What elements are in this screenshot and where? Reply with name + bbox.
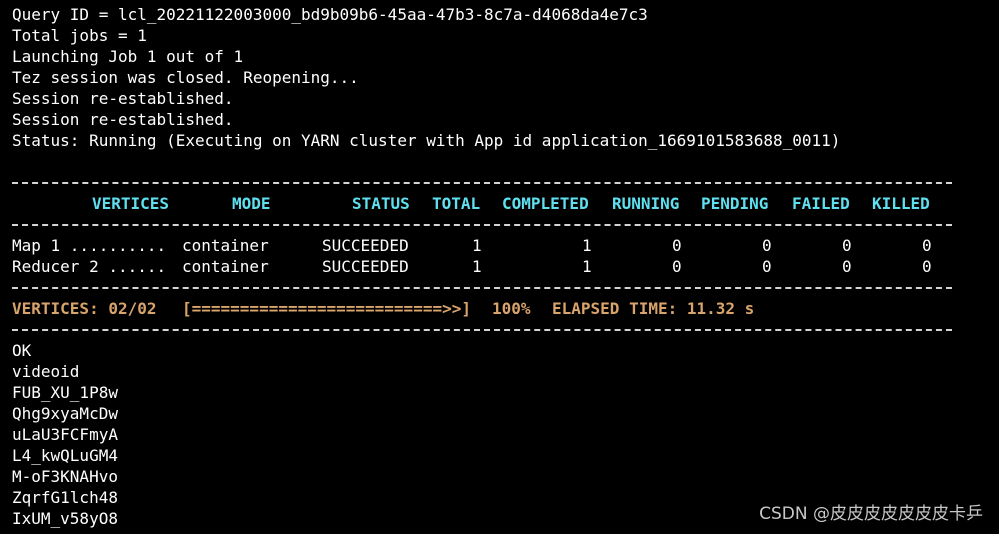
terminal-output[interactable]: Query ID = lcl_20221122003000_bd9b09b6-4…: [12, 4, 999, 534]
header-running: RUNNING: [612, 194, 680, 213]
table-row: Map 1 .......... container SUCCEEDED 1 1…: [12, 235, 999, 256]
dashed-rule: [12, 319, 999, 340]
header-total: TOTAL: [432, 194, 481, 213]
launching-job-line: Launching Job 1 out of 1: [12, 47, 244, 66]
csdn-watermark: CSDN @皮皮皮皮皮皮皮卡乒: [759, 504, 983, 524]
cell-mode: container: [182, 236, 269, 255]
dashed-rule: [12, 214, 999, 235]
cell-killed: 0: [922, 257, 932, 276]
header-vertices: VERTICES: [92, 194, 170, 213]
header-killed: KILLED: [872, 194, 930, 213]
progress-bar: [==========================>>]: [182, 299, 471, 318]
session-reestablished-line: Session re-established.: [12, 110, 234, 129]
cell-vertex: Map 1 ..........: [12, 236, 167, 255]
total-jobs-line: Total jobs = 1: [12, 26, 147, 45]
cell-vertex: Reducer 2 ......: [12, 257, 167, 276]
cell-total: 1: [472, 257, 482, 276]
result-column-header: videoid: [12, 362, 80, 381]
tez-session-line: Tez session was closed. Reopening...: [12, 68, 359, 87]
table-row: Reducer 2 ...... container SUCCEEDED 1 1…: [12, 256, 999, 277]
table-header-row: VERTICES MODE STATUS TOTAL COMPLETED RUN…: [12, 193, 999, 214]
cell-pending: 0: [762, 257, 772, 276]
result-row: L4_kwQLuGM4: [12, 446, 118, 465]
status-line: Status: Running (Executing on YARN clust…: [12, 131, 841, 150]
header-mode: MODE: [232, 194, 271, 213]
cell-failed: 0: [842, 257, 852, 276]
header-pending: PENDING: [701, 194, 769, 213]
cell-killed: 0: [922, 236, 932, 255]
result-row: Qhg9xyaMcDw: [12, 404, 118, 423]
dashed-rule: [12, 277, 999, 298]
cell-running: 0: [672, 236, 682, 255]
result-row: uLaU3FCFmyA: [12, 425, 118, 444]
vertices-count: VERTICES: 02/02: [12, 299, 157, 318]
header-failed: FAILED: [792, 194, 850, 213]
cell-failed: 0: [842, 236, 852, 255]
cell-running: 0: [672, 257, 682, 276]
progress-summary-row: VERTICES: 02/02 [=======================…: [12, 298, 999, 319]
result-row: FUB_XU_1P8w: [12, 383, 118, 402]
cell-completed: 1: [582, 257, 592, 276]
result-row: M-oF3KNAHvo: [12, 467, 118, 486]
cell-mode: container: [182, 257, 269, 276]
cell-status: SUCCEEDED: [322, 236, 409, 255]
cell-total: 1: [472, 236, 482, 255]
dashed-rule: [12, 172, 999, 193]
header-status: STATUS: [352, 194, 410, 213]
cell-completed: 1: [582, 236, 592, 255]
cell-status: SUCCEEDED: [322, 257, 409, 276]
header-completed: COMPLETED: [502, 194, 589, 213]
cell-pending: 0: [762, 236, 772, 255]
ok-line: OK: [12, 341, 32, 360]
progress-percent: 100%: [492, 299, 531, 318]
query-id-line: Query ID = lcl_20221122003000_bd9b09b6-4…: [12, 5, 648, 24]
session-reestablished-line: Session re-established.: [12, 89, 234, 108]
elapsed-time: ELAPSED TIME: 11.32 s: [552, 299, 755, 318]
